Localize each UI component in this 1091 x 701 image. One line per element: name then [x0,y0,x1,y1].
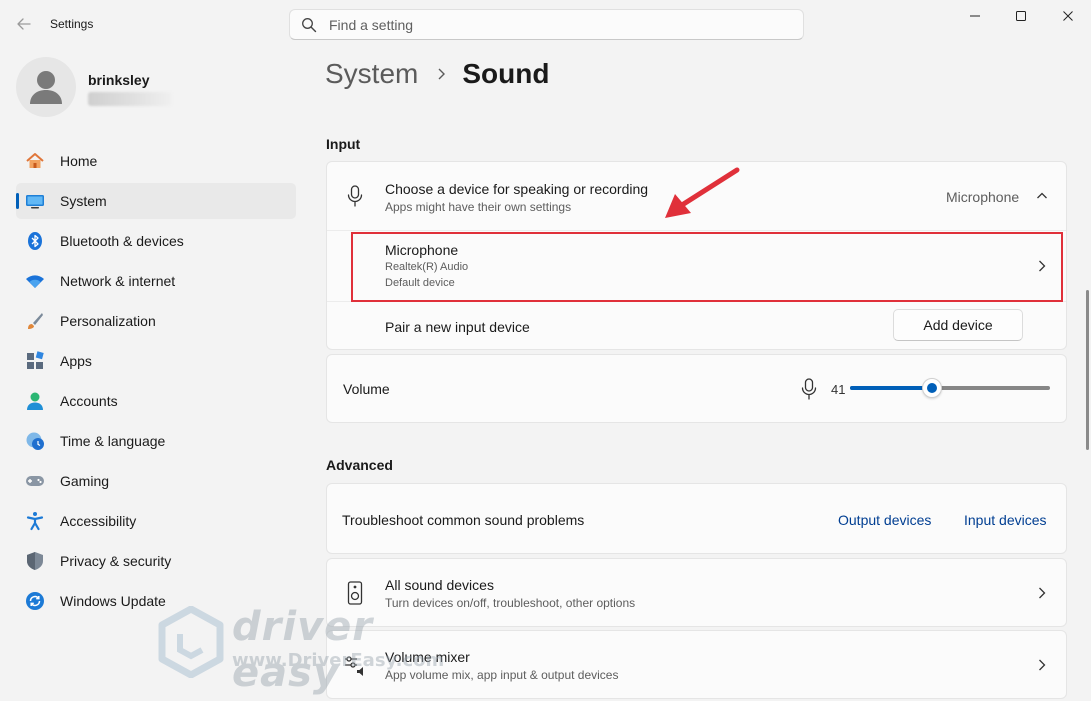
sidebar-item-personalization[interactable]: Personalization [16,303,296,339]
sidebar-item-label: Privacy & security [60,553,172,569]
minimize-icon [970,15,980,17]
sidebar-item-label: Gaming [60,473,110,489]
choose-device-subtitle: Apps might have their own settings [385,200,572,214]
sidebar-nav: Home System Bluetooth & devices Network … [16,143,296,623]
user-email-redacted [88,92,172,106]
accounts-icon [25,391,45,411]
avatar[interactable] [16,57,76,117]
pair-device-label: Pair a new input device [385,319,530,335]
microphone-icon [801,378,817,400]
volume-slider-thumb[interactable] [922,378,942,398]
home-icon [25,151,45,171]
device-name: Microphone [385,242,459,258]
output-devices-link[interactable]: Output devices [838,512,931,528]
user-name: brinksley [88,72,150,88]
maximize-icon [1016,11,1026,21]
breadcrumb-parent[interactable]: System [325,58,418,90]
sidebar-item-label: Personalization [60,313,156,329]
troubleshoot-label: Troubleshoot common sound problems [342,512,585,528]
watermark: driver easy www.DriverEasy.com [158,600,478,696]
close-button[interactable] [1045,0,1091,32]
sidebar-item-label: Accessibility [60,513,137,529]
pair-device-row: Pair a new input device Add device [327,302,1066,349]
chevron-right-icon [1039,587,1046,599]
title-bar: Settings [0,0,1091,48]
annotation-arrow-icon [665,167,740,218]
brush-icon [25,311,45,331]
person-icon [30,71,62,104]
volume-slider-fill [850,386,932,390]
all-devices-title: All sound devices [385,577,494,593]
sidebar-item-time-language[interactable]: Time & language [16,423,296,459]
sidebar-item-label: Accounts [60,393,118,409]
maximize-button[interactable] [998,0,1044,32]
driver-easy-logo-icon [158,606,224,678]
minimize-button[interactable] [952,0,998,32]
watermark-url: www.DriverEasy.com [232,650,445,671]
search-box[interactable] [289,9,804,40]
wifi-icon [25,271,45,291]
volume-label: Volume [343,381,390,397]
sidebar-item-label: Home [60,153,98,169]
gamepad-icon [25,471,45,491]
chevron-up-icon[interactable] [1036,191,1048,201]
sidebar-item-label: Bluetooth & devices [60,233,184,249]
volume-value: 41 [831,382,846,397]
breadcrumb: System Sound [325,58,549,90]
sidebar-item-system[interactable]: System [16,183,296,219]
update-icon [25,591,45,611]
volume-slider[interactable] [850,378,1050,398]
section-heading-input: Input [326,136,361,152]
sidebar-item-label: Network & internet [60,273,176,289]
device-status: Default device [385,277,455,289]
bluetooth-icon [25,231,45,251]
sidebar-item-gaming[interactable]: Gaming [16,463,296,499]
sidebar-item-network[interactable]: Network & internet [16,263,296,299]
choose-device-title: Choose a device for speaking or recordin… [385,181,649,197]
globe-clock-icon [25,431,45,451]
app-title: Settings [50,17,94,31]
page-title: Sound [462,58,550,89]
sidebar-item-privacy-security[interactable]: Privacy & security [16,543,296,579]
sidebar-item-accounts[interactable]: Accounts [16,383,296,419]
sidebar-item-accessibility[interactable]: Accessibility [16,503,296,539]
chevron-right-icon [438,68,446,80]
system-icon [25,191,45,211]
microphone-icon [347,185,363,207]
accessibility-icon [25,511,45,531]
chevron-right-icon [1039,260,1046,272]
back-arrow-icon[interactable] [14,14,34,34]
apps-icon [25,351,45,371]
chevron-right-icon [1039,659,1046,671]
main-scrollbar[interactable] [1086,290,1089,450]
search-icon [301,17,317,33]
search-input[interactable] [329,10,789,39]
sidebar-item-label: Apps [60,353,92,369]
input-devices-link[interactable]: Input devices [964,512,1047,528]
selected-device-value: Microphone [946,189,1020,205]
sidebar-item-label: Windows Update [60,593,166,609]
add-device-button[interactable]: Add device [893,309,1023,341]
microphone-device-row[interactable]: Microphone Realtek(R) Audio Default devi… [327,231,1066,301]
section-heading-advanced: Advanced [326,457,393,473]
sidebar-item-home[interactable]: Home [16,143,296,179]
sidebar-item-apps[interactable]: Apps [16,343,296,379]
shield-icon [25,551,45,571]
troubleshoot-card: Troubleshoot common sound problems Outpu… [326,483,1067,554]
device-driver: Realtek(R) Audio [385,261,469,273]
sidebar-item-label: Time & language [60,433,166,449]
sidebar-item-label: System [60,193,107,209]
close-icon [1063,11,1073,21]
sidebar-item-bluetooth[interactable]: Bluetooth & devices [16,223,296,259]
